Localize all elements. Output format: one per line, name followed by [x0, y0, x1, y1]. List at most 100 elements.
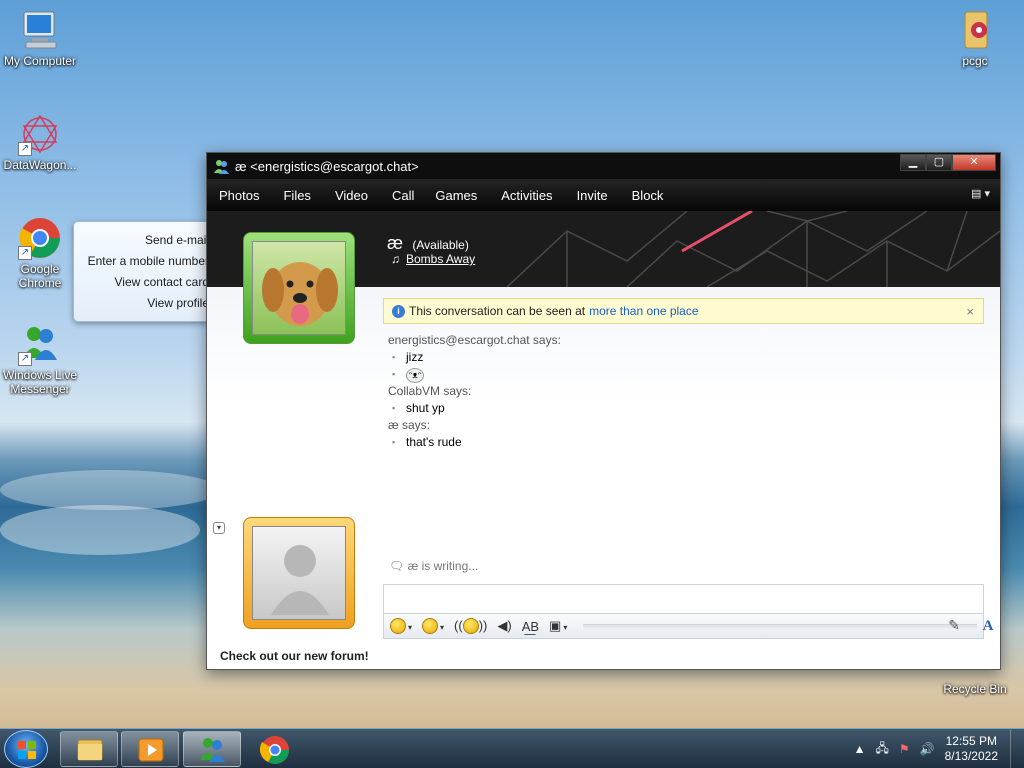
messenger-icon: [213, 158, 229, 174]
messenger-icon: ↗: [18, 322, 62, 366]
chrome-icon: ↗: [18, 216, 62, 260]
network-icon[interactable]: 🖧: [876, 739, 889, 760]
message-sender: CollabVM says:: [388, 384, 472, 398]
message-sender: æ says:: [388, 418, 431, 432]
collapse-toggle-icon[interactable]: ▾: [213, 522, 225, 534]
handwriting-icon[interactable]: ✎: [948, 617, 960, 634]
close-button[interactable]: ✕: [952, 154, 996, 171]
contact-name[interactable]: æ: [387, 233, 403, 253]
window-controls: ▁ ▢ ✕: [900, 154, 996, 171]
toolbar-divider: [583, 624, 977, 628]
menu-item-send-email[interactable]: Send e-mail: [74, 231, 225, 252]
desktop-icon-label: pcgc: [962, 54, 988, 68]
show-hidden-icons-icon[interactable]: ▲: [854, 742, 866, 756]
menu-photos[interactable]: Photos: [219, 188, 259, 203]
compose-toolbar: ▾ ▾ (()) ◀) A͟B ▣ ▾: [383, 613, 984, 639]
window-title: æ <energistics@escargot.chat>: [235, 158, 419, 174]
conversation-window: æ <energistics@escargot.chat> ▁ ▢ ✕ Phot…: [206, 152, 1001, 670]
desktop-icon-google-chrome[interactable]: ↗ Google Chrome: [0, 216, 80, 290]
voice-clip-button[interactable]: ◀): [497, 618, 511, 634]
taskbar-messenger[interactable]: [183, 731, 241, 767]
music-note-icon: ♫: [391, 252, 400, 266]
menu-item-enter-mobile[interactable]: Enter a mobile number: [74, 252, 225, 273]
emoticon-button[interactable]: ▾: [390, 618, 412, 635]
own-avatar-frame[interactable]: [243, 517, 355, 629]
minimize-button[interactable]: ▁: [900, 154, 926, 171]
options-menu-icon[interactable]: ▤ ▾: [971, 187, 990, 200]
infobar-close-icon[interactable]: ×: [966, 304, 974, 319]
folder-icon: [77, 739, 103, 761]
volume-icon[interactable]: 🔊: [920, 742, 935, 756]
desktop-wave: [0, 470, 220, 510]
font-style-button[interactable]: A͟B: [522, 619, 539, 634]
desktop-icon-label: Google Chrome: [18, 262, 62, 290]
multi-place-infobar: i This conversation can be seen at more …: [383, 298, 984, 324]
taskbar-chrome[interactable]: [245, 731, 303, 767]
clock-time: 12:55 PM: [945, 734, 997, 748]
datawagon-icon: ↗: [18, 112, 62, 156]
wink-button[interactable]: ▾: [422, 618, 444, 635]
message-sender: energistics@escargot.chat says:: [388, 333, 561, 347]
menu-block[interactable]: Block: [632, 188, 664, 203]
message-line: that's rude: [388, 434, 561, 451]
maximize-button[interactable]: ▢: [926, 154, 952, 171]
conversation-menubar: Photos Files Video Call Games Activities…: [207, 179, 1000, 211]
desktop-icon-my-computer[interactable]: My Computer: [0, 8, 80, 68]
contact-avatar: [252, 241, 346, 335]
menu-item-view-contact-card[interactable]: View contact card: [74, 273, 225, 294]
menu-games[interactable]: Games: [435, 188, 477, 203]
message-history: energistics@escargot.chat says: jizz ᵔᴥᵔ…: [388, 332, 561, 451]
media-player-icon: [138, 738, 164, 762]
message-line: shut yp: [388, 400, 561, 417]
typing-indicator: 🗨 æ is writing...: [389, 559, 479, 573]
menu-video[interactable]: Video: [335, 188, 368, 203]
window-titlebar[interactable]: æ <energistics@escargot.chat> ▁ ▢ ✕: [207, 153, 1000, 179]
desktop-icon-label: Windows Live Messenger: [2, 368, 78, 396]
computer-icon: [18, 8, 62, 52]
menu-item-view-profile[interactable]: View profile: [74, 294, 225, 315]
desktop-wave: [0, 505, 200, 555]
desktop-icon-windows-live-messenger[interactable]: ↗ Windows Live Messenger: [0, 322, 80, 396]
message-line: ᵔᴥᵔ: [388, 366, 561, 383]
message-input[interactable]: [383, 584, 984, 614]
desktop-icon-pcgc[interactable]: pcgc: [935, 8, 1015, 68]
clock-date: 8/13/2022: [944, 749, 998, 763]
system-tray: ▲ 🖧 ⚑ 🔊 12:55 PM 8/13/2022: [854, 729, 1024, 768]
contact-status: æ (Available): [387, 233, 469, 254]
send-image-button[interactable]: ▣ ▾: [549, 618, 567, 634]
show-desktop-button[interactable]: [1010, 729, 1024, 768]
action-center-icon[interactable]: ⚑: [899, 742, 910, 756]
nudge-button[interactable]: (()): [454, 618, 487, 635]
desktop-icon-datawagon[interactable]: ↗ DataWagon...: [0, 112, 80, 172]
contact-avatar-frame[interactable]: [243, 232, 355, 344]
shortcut-arrow-icon: ↗: [18, 246, 32, 260]
taskbar: ▲ 🖧 ⚑ 🔊 12:55 PM 8/13/2022: [0, 728, 1024, 768]
desktop-icon-label: Recycle Bin: [943, 682, 1007, 696]
taskbar-media-player[interactable]: [121, 731, 179, 767]
start-button[interactable]: [4, 730, 48, 768]
menu-activities[interactable]: Activities: [501, 188, 552, 203]
folder-icon: [953, 8, 997, 52]
footer-promo[interactable]: Check out our new forum!: [220, 649, 369, 663]
message-line: jizz: [388, 349, 561, 366]
taskbar-clock[interactable]: 12:55 PM 8/13/2022: [945, 734, 998, 764]
shortcut-arrow-icon: ↗: [18, 142, 32, 156]
desktop-icon-recycle-bin[interactable]: Recycle Bin: [935, 672, 1015, 696]
windows-logo-icon: [18, 741, 36, 759]
own-avatar: [252, 526, 346, 620]
chrome-icon: [259, 736, 289, 764]
contact-availability: (Available): [412, 238, 469, 252]
info-icon: i: [392, 304, 405, 318]
infobar-link[interactable]: more than one place: [589, 304, 698, 318]
menu-invite[interactable]: Invite: [577, 188, 608, 203]
menu-files[interactable]: Files: [283, 188, 310, 203]
font-button[interactable]: A: [976, 613, 1000, 639]
infobar-text: This conversation can be seen at: [409, 304, 586, 318]
trollface-emoticon-icon: ᵔᴥᵔ: [406, 368, 424, 383]
messenger-icon: [200, 738, 225, 762]
typing-bubble-icon: 🗨: [389, 559, 405, 573]
menu-call[interactable]: Call: [392, 188, 414, 203]
song-link[interactable]: Bombs Away: [406, 252, 475, 266]
contact-context-menu: Send e-mail Enter a mobile number View c…: [73, 221, 226, 322]
taskbar-explorer[interactable]: [60, 731, 118, 767]
